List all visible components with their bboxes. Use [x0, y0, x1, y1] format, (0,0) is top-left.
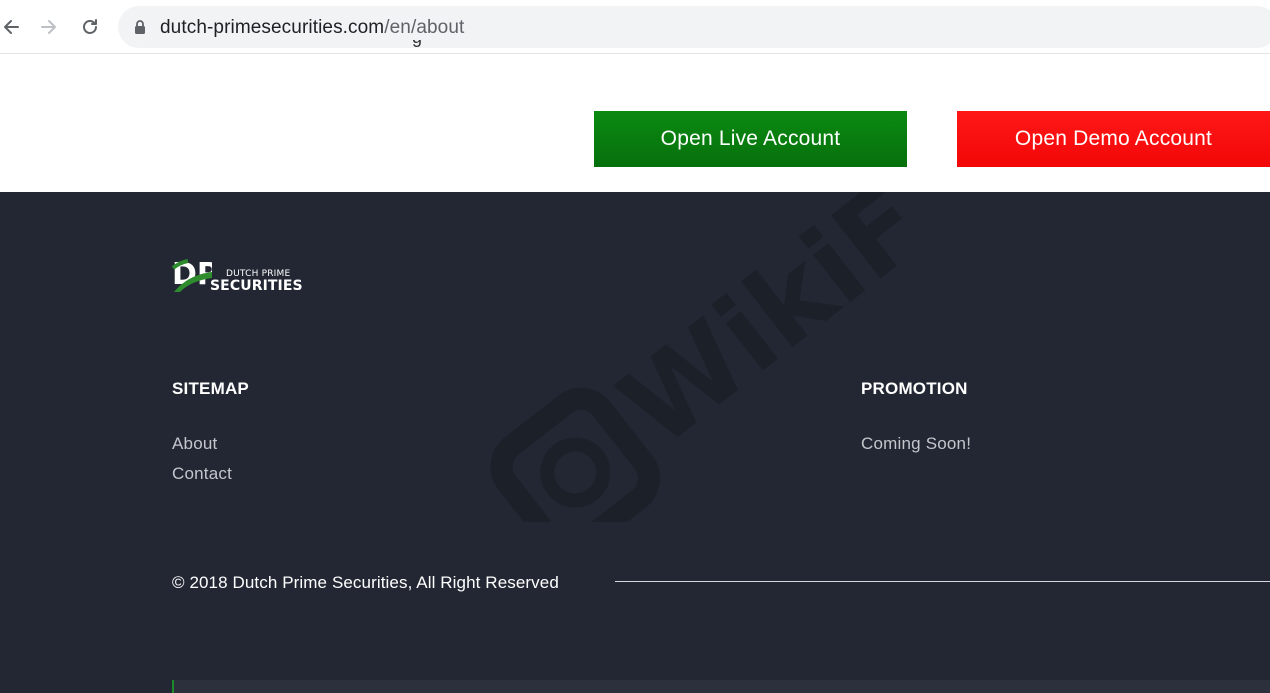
back-arrow-icon[interactable] [0, 14, 24, 40]
open-demo-account-label: Open Demo Account [1014, 127, 1213, 150]
forward-arrow-icon[interactable] [36, 14, 62, 40]
scrolled-text-fragment: g [412, 40, 424, 54]
browser-toolbar: dutch-primesecurities.com/en/about [0, 0, 1270, 54]
active-tab-edge [612, 0, 790, 3]
url-path: /en/about [384, 17, 465, 38]
dp-monogram-icon: DP [172, 257, 212, 292]
site-footer: WikiFX DP DUTCH PRIME SECURITIES SITEMAP… [0, 192, 1270, 693]
footer-logo[interactable]: DP DUTCH PRIME SECURITIES [172, 254, 303, 296]
promotion-text: Coming Soon! [861, 434, 972, 453]
open-live-account-label: Open Live Account [660, 127, 841, 150]
watermark-text: WikiFX [597, 192, 910, 471]
wikifx-watermark: WikiFX [490, 192, 910, 522]
lock-icon[interactable] [134, 20, 146, 39]
open-live-account-button[interactable]: Open Live Account [594, 111, 907, 167]
logo-wordmark: SECURITIES [210, 278, 303, 294]
address-bar[interactable]: dutch-primesecurities.com/en/about [118, 6, 1270, 48]
sitemap-link-about[interactable]: About [172, 434, 217, 454]
open-demo-account-button[interactable]: Open Demo Account [957, 111, 1270, 167]
footer-divider [615, 581, 1270, 582]
sitemap-heading: SITEMAP [172, 379, 249, 398]
sitemap-link-contact[interactable]: Contact [172, 464, 232, 484]
reload-icon[interactable] [77, 14, 103, 40]
url-host: dutch-primesecurities.com [160, 17, 385, 38]
copyright-text: © 2018 Dutch Prime Securities, All Right… [172, 573, 559, 592]
url-text[interactable]: dutch-primesecurities.com/en/about [160, 17, 464, 39]
promotion-heading: PROMOTION [861, 379, 968, 398]
footer-bottom-strip [172, 680, 1270, 693]
